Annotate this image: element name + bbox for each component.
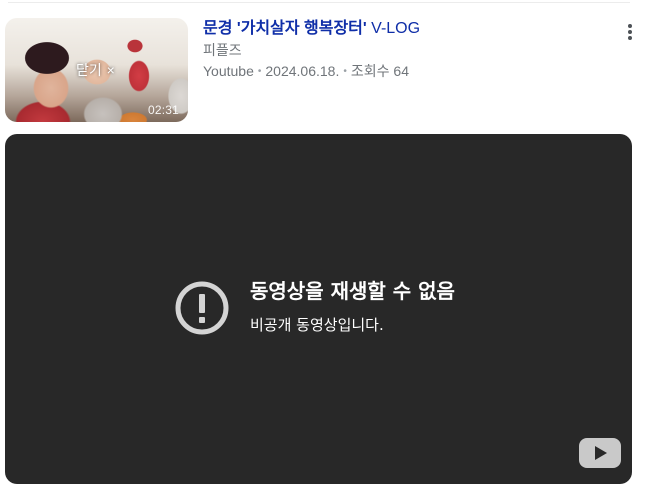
video-title-suffix: V-LOG — [366, 20, 421, 37]
video-thumbnail[interactable]: 닫기 × 02:31 — [5, 18, 188, 122]
video-title-link[interactable]: 문경 '가치살자 행복장터' V-LOG — [203, 18, 420, 40]
video-player[interactable]: 동영상을 재생할 수 없음 비공개 동영상입니다. — [5, 134, 632, 484]
upload-date: 2024.06.18. — [265, 63, 340, 79]
close-icon: × — [106, 62, 115, 78]
youtube-logo-icon[interactable] — [579, 438, 621, 468]
channel-name: 피플즈 — [203, 42, 242, 58]
more-vert-icon — [628, 24, 632, 40]
source-name: Youtube — [203, 63, 254, 79]
view-count: 조회수 64 — [350, 63, 409, 79]
more-options-button[interactable] — [620, 18, 640, 46]
video-title-main: 문경 '가치살자 행복장터' — [203, 20, 367, 37]
meta-separator: • — [343, 66, 347, 77]
close-preview-button[interactable]: 닫기 × — [76, 59, 115, 81]
alert-circle-icon — [175, 281, 229, 335]
video-duration: 02:31 — [147, 103, 179, 117]
video-result: 닫기 × 02:31 문경 '가치살자 행복장터' V-LOG 피플즈 Yout… — [0, 0, 658, 128]
player-error-subtitle: 비공개 동영상입니다. — [250, 316, 384, 334]
video-meta: Youtube • 2024.06.18. • 조회수 64 — [203, 61, 409, 82]
meta-separator: • — [257, 66, 262, 77]
player-error-title: 동영상을 재생할 수 없음 — [250, 279, 455, 303]
close-preview-label: 닫기 — [76, 62, 102, 78]
